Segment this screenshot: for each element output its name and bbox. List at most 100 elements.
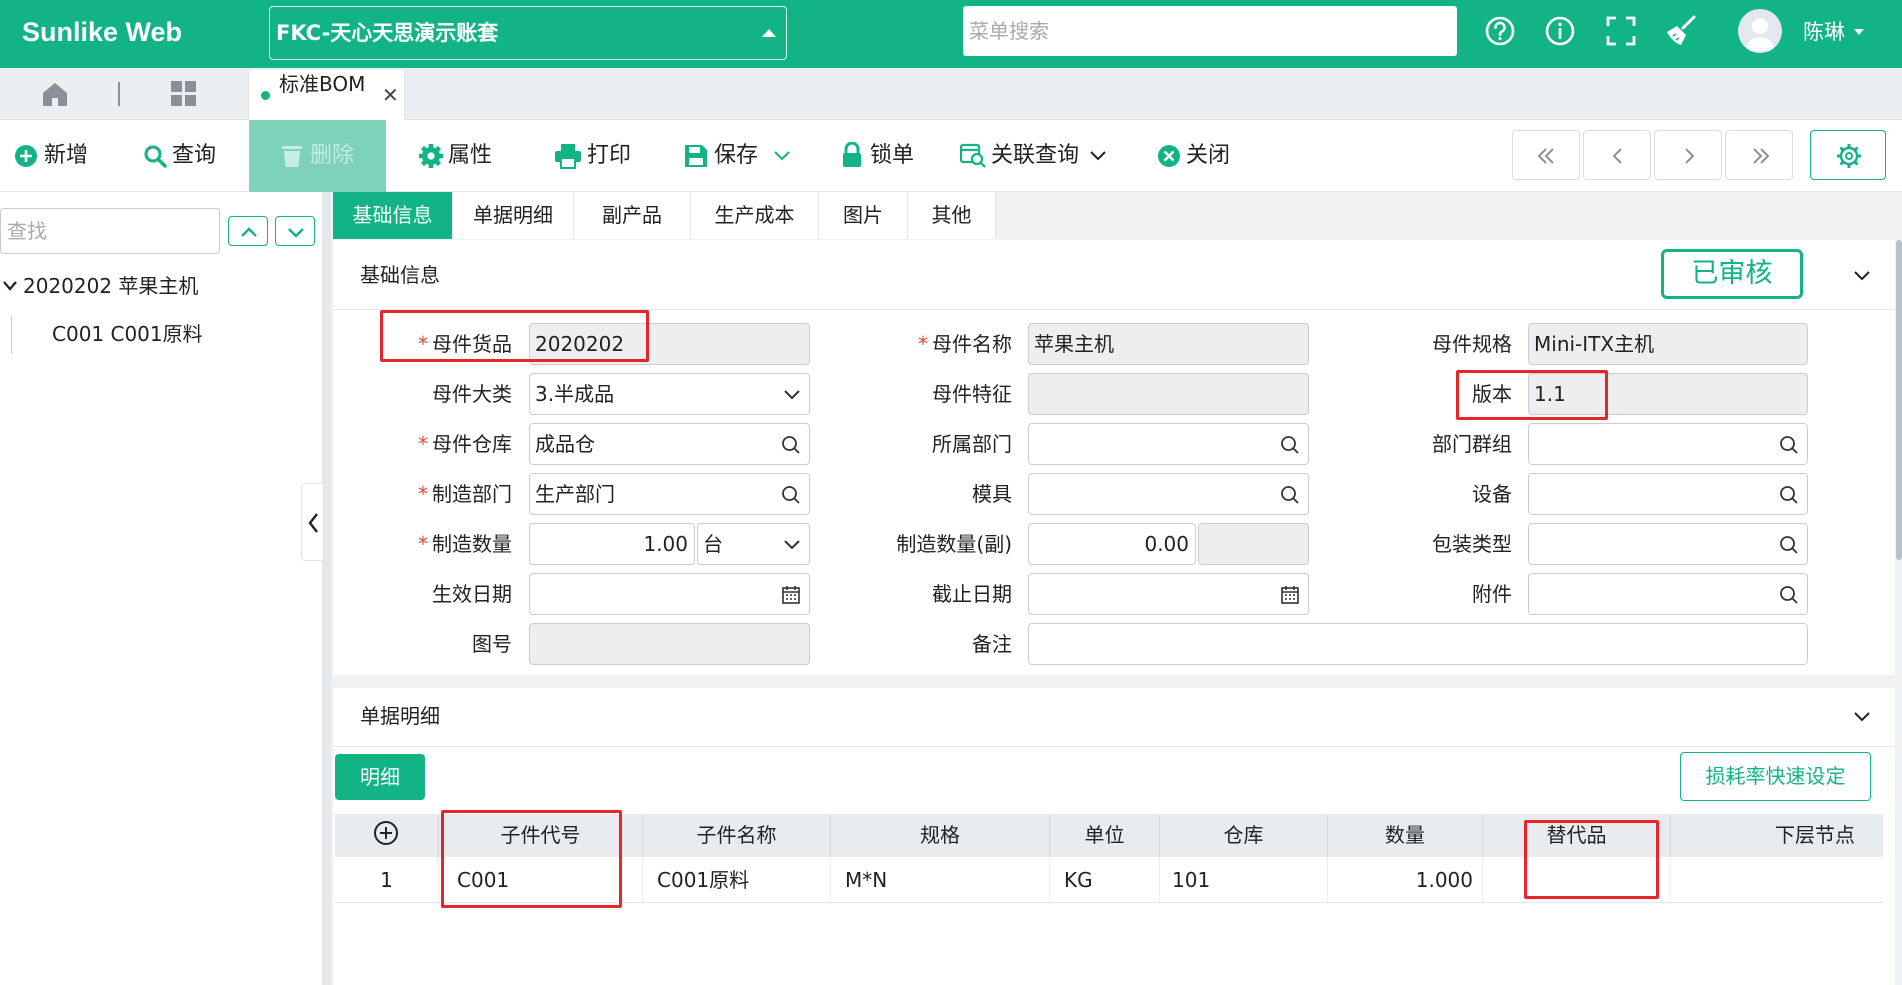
mfg-qty-sub-field[interactable]: 0.00 (1028, 523, 1196, 565)
print-button[interactable]: 打印 (554, 120, 634, 192)
menu-search-input[interactable] (963, 6, 1457, 56)
save-button[interactable]: 保存 (684, 120, 794, 192)
detail-button[interactable]: 明细 (335, 754, 425, 800)
broom-icon[interactable] (1664, 14, 1698, 48)
required-mark: * (418, 482, 428, 506)
search-icon[interactable] (1280, 485, 1300, 505)
apps-grid-icon[interactable] (170, 80, 198, 108)
mfg-dept-field[interactable]: 生产部门 (529, 473, 810, 515)
search-icon[interactable] (1779, 435, 1799, 455)
tab-divider (118, 82, 120, 106)
properties-button[interactable]: 属性 (418, 120, 508, 192)
tree-expand-icon[interactable] (2, 279, 18, 293)
parent-spec-field[interactable]: Mini-ITX主机 (1528, 323, 1808, 365)
tree-prev-button[interactable] (228, 216, 268, 246)
column-header[interactable]: 下层节点 (1671, 814, 1883, 857)
drawing-no-field[interactable] (529, 623, 810, 665)
fullscreen-icon[interactable] (1604, 14, 1638, 48)
cell-spec[interactable]: M*N (831, 857, 1050, 903)
help-circle-icon[interactable] (1483, 14, 1517, 48)
calendar-icon[interactable] (781, 585, 801, 605)
cell-child-name[interactable]: C001原料 (643, 857, 831, 903)
chevron-down-icon[interactable] (1090, 151, 1106, 161)
collapse-section-icon[interactable] (1853, 268, 1871, 282)
account-selector[interactable]: FKC-天心天思演示账套 (269, 6, 787, 60)
user-name[interactable]: 陈琳 (1803, 18, 1845, 46)
tab-document-detail[interactable]: 单据明细 (453, 192, 574, 239)
related-query-button[interactable]: 关联查询 (960, 120, 1110, 192)
parent-feature-field[interactable] (1028, 373, 1309, 415)
search-icon[interactable] (781, 435, 801, 455)
info-icon[interactable] (1543, 14, 1577, 48)
column-header[interactable]: 仓库 (1160, 814, 1328, 857)
new-button[interactable]: 新增 (14, 120, 94, 192)
mfg-qty-field[interactable]: 1.00 (529, 523, 695, 565)
label-text: 母件名称 (932, 332, 1012, 356)
search-icon[interactable] (781, 485, 801, 505)
cell-quantity[interactable]: 1.000 (1328, 857, 1483, 903)
caret-down-icon[interactable] (1854, 29, 1864, 35)
cell-warehouse[interactable]: 101 (1160, 857, 1328, 903)
dept-field[interactable] (1028, 423, 1309, 465)
next-record-button[interactable] (1654, 130, 1722, 180)
label-dept: 所属部门 (932, 432, 1012, 456)
parent-category-select[interactable]: 3.半成品 (529, 373, 810, 415)
status-badge: 已审核 (1661, 249, 1803, 299)
highlight-box (1524, 820, 1659, 899)
effective-date-field[interactable] (529, 573, 810, 615)
tab-other[interactable]: 其他 (908, 192, 996, 239)
collapse-section-icon[interactable] (1853, 709, 1871, 723)
mfg-unit-select[interactable]: 台 (697, 523, 810, 565)
tree-node-child[interactable]: C001 C001原料 (52, 320, 203, 348)
field-value: 0.00 (1144, 532, 1189, 556)
tree-node-root[interactable]: 2020202 苹果主机 (23, 272, 198, 300)
column-header[interactable]: 单位 (1050, 814, 1160, 857)
chevron-down-icon[interactable] (774, 151, 790, 161)
query-button[interactable]: 查询 (143, 120, 223, 192)
avatar[interactable] (1738, 9, 1782, 53)
tree-next-button[interactable] (275, 216, 315, 246)
close-tab-icon[interactable]: ✕ (382, 70, 399, 120)
attachment-field[interactable] (1528, 573, 1808, 615)
column-header[interactable]: 数量 (1328, 814, 1483, 857)
panel-splitter[interactable] (322, 192, 331, 985)
end-date-field[interactable] (1028, 573, 1309, 615)
search-icon[interactable] (1280, 435, 1300, 455)
tab-by-product[interactable]: 副产品 (574, 192, 691, 239)
lock-button[interactable]: 锁单 (842, 120, 922, 192)
loss-rate-setting-button[interactable]: 损耗率快速设定 (1680, 752, 1871, 801)
tab-images[interactable]: 图片 (819, 192, 908, 239)
prev-record-button[interactable] (1583, 130, 1651, 180)
mold-field[interactable] (1028, 473, 1309, 515)
calendar-icon[interactable] (1280, 585, 1300, 605)
column-header[interactable]: 规格 (831, 814, 1050, 857)
settings-button[interactable] (1810, 130, 1886, 180)
parent-warehouse-field[interactable]: 成品仓 (529, 423, 810, 465)
tab-standard-bom[interactable]: 标准BOM ✕ (248, 70, 405, 120)
cell-child-node[interactable] (1671, 857, 1883, 903)
search-icon[interactable] (1779, 535, 1799, 555)
add-circle-icon[interactable] (373, 820, 399, 846)
mfg-unit-sub-field[interactable] (1198, 523, 1309, 565)
column-header[interactable]: 子件名称 (643, 814, 831, 857)
collapse-panel-button[interactable] (301, 483, 323, 561)
cell-unit[interactable]: KG (1050, 857, 1160, 903)
home-icon[interactable] (40, 80, 70, 108)
last-record-button[interactable] (1725, 130, 1793, 180)
delete-button[interactable]: 删除 (249, 120, 386, 192)
first-record-button[interactable] (1512, 130, 1580, 180)
parent-name-field[interactable]: 苹果主机 (1028, 323, 1309, 365)
tree-search-input[interactable] (0, 208, 220, 254)
tab-basic-info[interactable]: 基础信息 (333, 192, 453, 239)
close-button[interactable]: 关闭 (1157, 120, 1237, 192)
search-icon[interactable] (1779, 585, 1799, 605)
dept-group-field[interactable] (1528, 423, 1808, 465)
select-value: 3.半成品 (535, 382, 615, 406)
label-end-date: 截止日期 (932, 582, 1012, 606)
pack-type-field[interactable] (1528, 523, 1808, 565)
tab-production-cost[interactable]: 生产成本 (691, 192, 819, 239)
vertical-scrollbar[interactable] (1896, 240, 1902, 560)
equipment-field[interactable] (1528, 473, 1808, 515)
remark-field[interactable] (1028, 623, 1808, 665)
search-icon[interactable] (1779, 485, 1799, 505)
